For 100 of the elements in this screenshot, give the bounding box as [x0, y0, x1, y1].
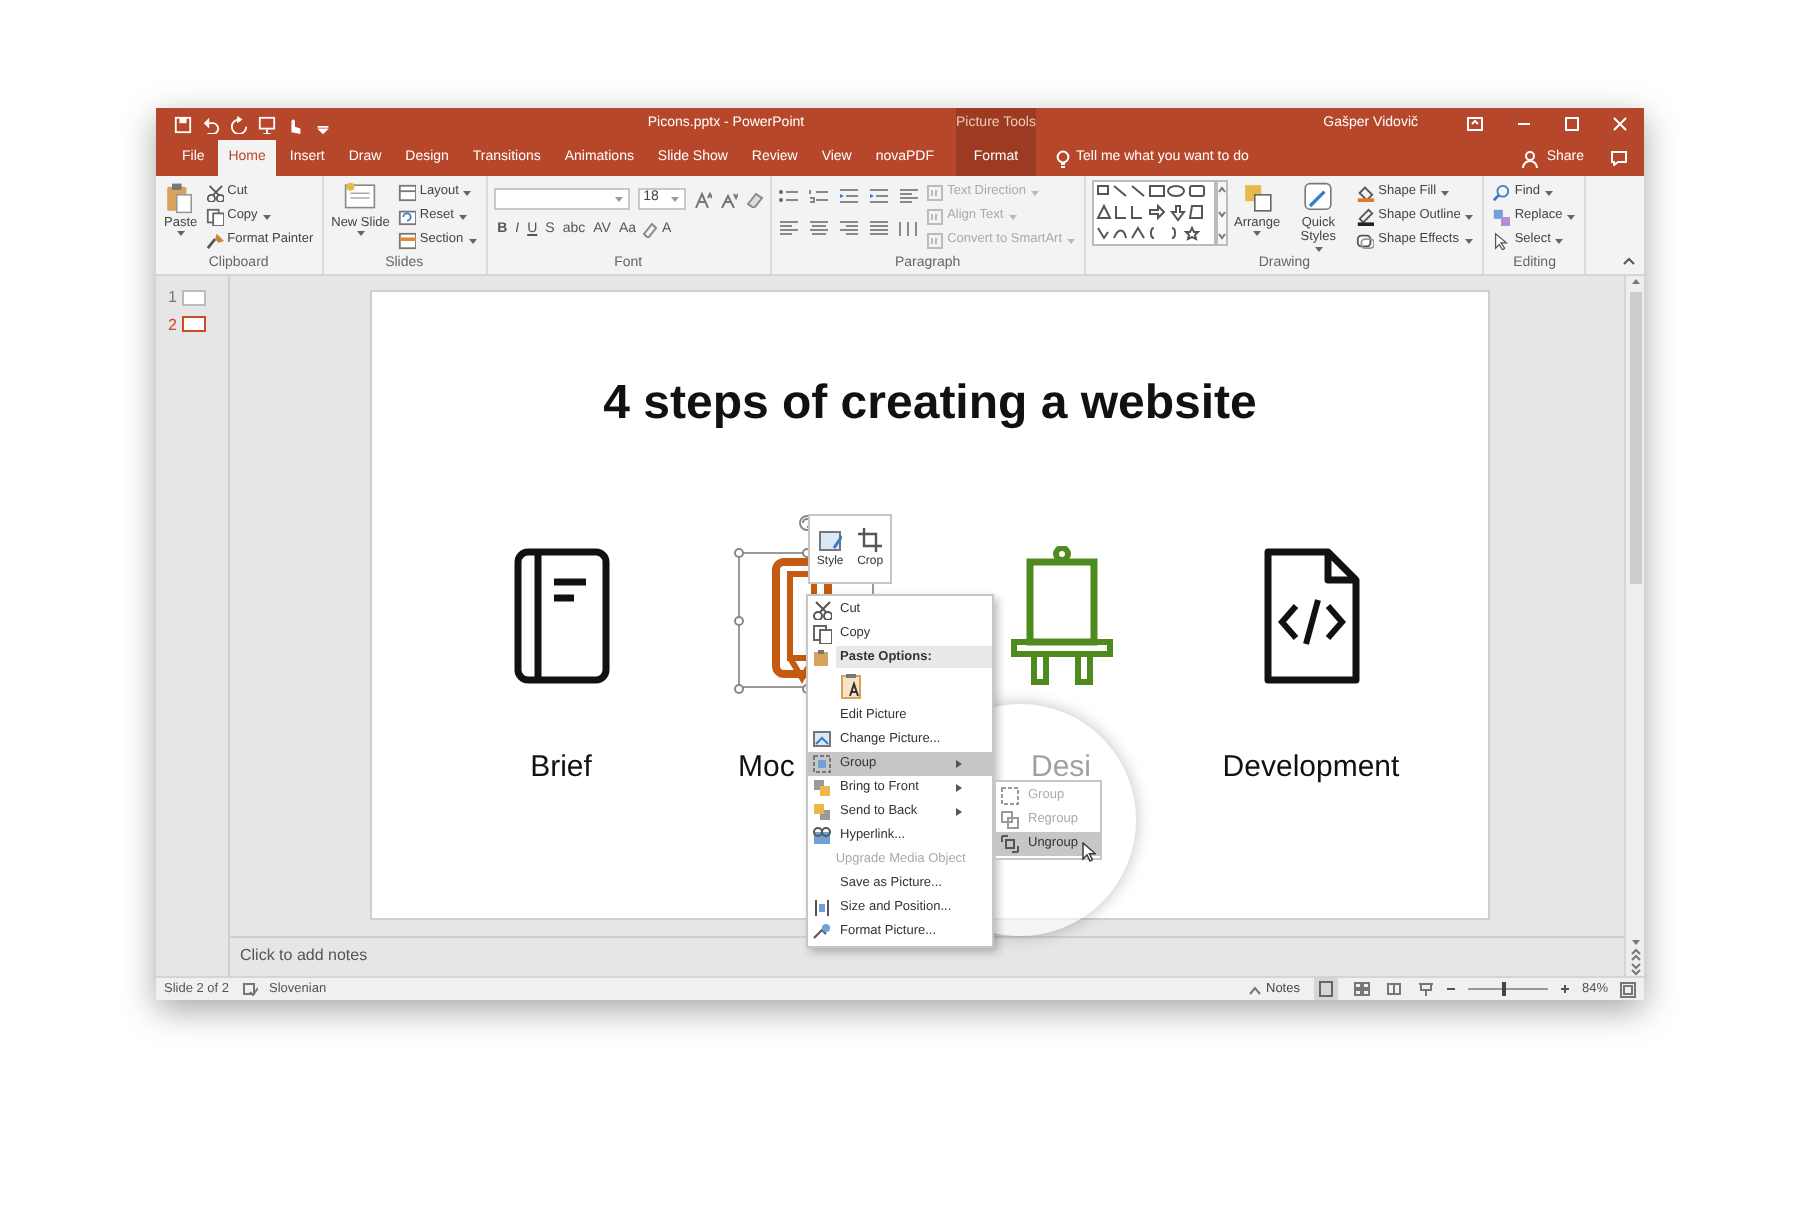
scrollbar-thumb[interactable] [1629, 292, 1641, 584]
zoom-out-icon[interactable] [1445, 984, 1456, 994]
person-icon [1522, 149, 1539, 167]
shrink-font-icon[interactable] [719, 191, 738, 207]
caret-icon [1464, 211, 1475, 221]
crop-icon [858, 527, 883, 552]
caret-icon [1440, 187, 1451, 197]
caret-icon [1066, 235, 1077, 245]
lightbulb-icon [1056, 149, 1070, 167]
collapse-ribbon-icon[interactable] [1622, 256, 1636, 266]
regroup-icon [1000, 810, 1020, 830]
comment-icon[interactable] [1610, 150, 1628, 166]
fit-slide-icon[interactable] [1620, 981, 1636, 997]
scroll-down-icon[interactable] [1629, 938, 1641, 948]
zoom-slider-thumb[interactable] [1502, 982, 1507, 996]
caret-icon [1566, 211, 1577, 221]
indent-icon[interactable] [837, 188, 860, 204]
maximize-icon[interactable] [1564, 116, 1580, 132]
link-icon [812, 826, 832, 846]
zoom-in-icon[interactable] [1559, 984, 1570, 994]
style-icon [818, 527, 843, 552]
paintbrush-icon [205, 231, 224, 249]
paste-picture-icon[interactable] [840, 672, 864, 700]
copy-icon [205, 207, 224, 225]
eraser-icon[interactable] [745, 191, 764, 207]
slide-thumbnail[interactable] [182, 316, 207, 333]
size-position-icon [812, 898, 832, 918]
caret-icon [1554, 235, 1565, 245]
caret-icon [1463, 235, 1473, 245]
spellcheck-icon[interactable] [241, 982, 258, 996]
text-icon [925, 183, 944, 201]
close-icon[interactable] [1612, 116, 1628, 132]
redo-icon[interactable] [230, 115, 248, 133]
slide-thumbnail[interactable] [182, 289, 207, 306]
scissors-icon [205, 183, 224, 201]
search-icon [1492, 183, 1511, 201]
clipboard-icon [164, 182, 197, 214]
next-slide-icon[interactable] [1629, 962, 1641, 976]
numbering-icon[interactable] [807, 188, 830, 204]
reading-view-icon[interactable] [1385, 982, 1402, 996]
section-icon [397, 231, 416, 249]
quick-styles-icon [1302, 182, 1335, 214]
slide-number: 1 [168, 288, 177, 308]
text-icon [925, 207, 944, 225]
caret-icon [1252, 228, 1263, 239]
step-label: Development [1222, 750, 1400, 786]
highlighter-icon[interactable] [640, 222, 659, 238]
reset-icon [397, 207, 416, 225]
text-icon [925, 231, 944, 249]
gallery-scroll-icon[interactable] [1216, 180, 1229, 246]
previous-slide-icon[interactable] [1629, 948, 1641, 962]
undo-icon[interactable] [202, 115, 220, 133]
slide-title: 4 steps of creating a website [603, 376, 1257, 432]
step-label: Brief [530, 750, 592, 786]
slide-sorter-icon[interactable] [1353, 982, 1370, 996]
caret-icon [457, 211, 468, 221]
group-icon [1000, 786, 1020, 806]
caret-icon [1007, 211, 1018, 221]
caret-icon [175, 228, 186, 239]
align-left-icon[interactable] [777, 220, 800, 236]
bullets-icon[interactable] [777, 188, 800, 204]
arrange-icon [1241, 182, 1274, 214]
scroll-up-icon[interactable] [1629, 276, 1641, 286]
caret-icon [467, 235, 478, 245]
layout-icon [397, 183, 416, 201]
change-picture-icon [812, 730, 832, 750]
line-spacing-icon[interactable] [897, 188, 920, 204]
shapes-gallery[interactable] [1092, 180, 1217, 246]
replace-icon [1492, 207, 1511, 225]
presentation-icon[interactable] [258, 115, 276, 133]
caret-icon [1029, 187, 1040, 197]
align-center-icon[interactable] [807, 220, 830, 236]
bring-forward-icon [812, 778, 832, 798]
clipboard-icon [812, 648, 830, 666]
indent-icon[interactable] [867, 188, 890, 204]
caret-icon [462, 187, 473, 197]
caret-icon [613, 194, 624, 204]
align-right-icon[interactable] [837, 220, 860, 236]
hand-icon[interactable] [286, 115, 304, 133]
slide-icon [344, 182, 377, 214]
pointer-icon [1492, 231, 1511, 249]
save-icon[interactable] [174, 115, 192, 133]
normal-view-icon[interactable] [1313, 978, 1338, 1000]
send-backward-icon [812, 802, 832, 822]
notes-icon [1248, 983, 1262, 995]
caret-icon [1544, 187, 1554, 197]
slide-number: 2 [168, 315, 177, 335]
justify-icon[interactable] [867, 220, 890, 236]
step-label: Moc [738, 750, 795, 786]
pen-icon [1356, 207, 1375, 225]
ribbon-display-icon[interactable] [1466, 116, 1484, 132]
font-name-field[interactable] [493, 188, 630, 210]
ungroup-icon [1000, 834, 1020, 854]
slide-show-icon[interactable] [1417, 982, 1434, 996]
effects-icon [1356, 231, 1375, 249]
caret-icon [1313, 243, 1324, 254]
paint-bucket-icon [1356, 183, 1375, 201]
columns-icon[interactable] [897, 220, 920, 236]
grow-font-icon[interactable] [693, 191, 712, 207]
caret-icon [355, 228, 366, 239]
